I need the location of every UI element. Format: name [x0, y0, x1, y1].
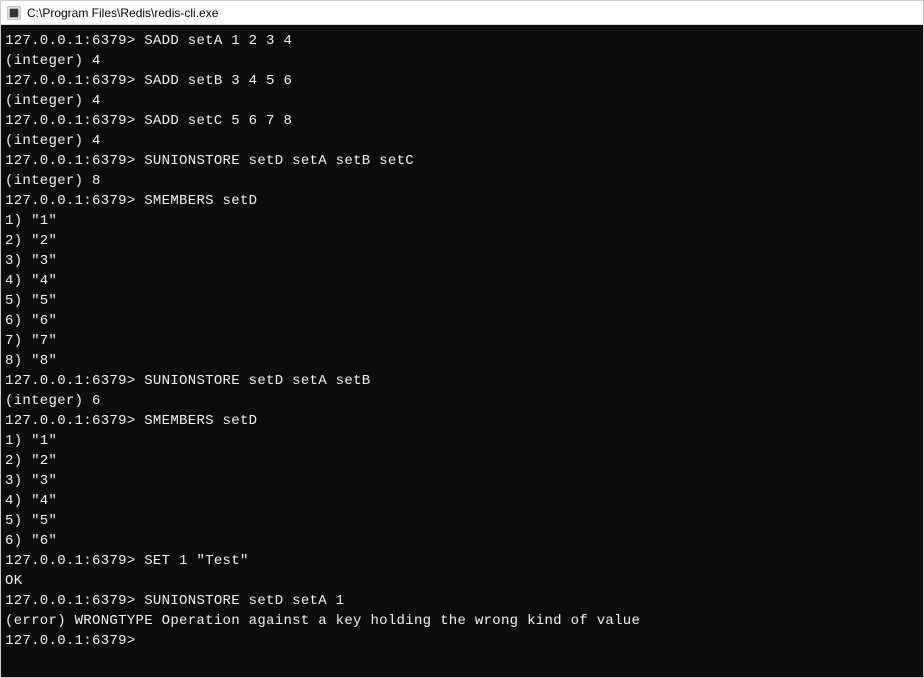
terminal-line: 127.0.0.1:6379> SMEMBERS setD [5, 191, 919, 211]
prompt: 127.0.0.1:6379> [5, 413, 136, 429]
terminal-line: 127.0.0.1:6379> SET 1 "Test" [5, 551, 919, 571]
command-text: SUNIONSTORE setD setA setB setC [136, 153, 414, 169]
command-text: SADD setA 1 2 3 4 [136, 33, 293, 49]
terminal-line: 127.0.0.1:6379> SADD setA 1 2 3 4 [5, 31, 919, 51]
output-text: 2) "2" [5, 233, 57, 249]
terminal-line: 3) "3" [5, 251, 919, 271]
output-text: (error) WRONGTYPE Operation against a ke… [5, 613, 640, 629]
terminal-line: 1) "1" [5, 431, 919, 451]
output-text: 5) "5" [5, 513, 57, 529]
output-text: (integer) 4 [5, 93, 101, 109]
output-text: 4) "4" [5, 493, 57, 509]
terminal-line: 127.0.0.1:6379> SUNIONSTORE setD setA 1 [5, 591, 919, 611]
terminal-line: (integer) 6 [5, 391, 919, 411]
terminal-line: 4) "4" [5, 491, 919, 511]
prompt: 127.0.0.1:6379> [5, 593, 136, 609]
command-text: SUNIONSTORE setD setA setB [136, 373, 371, 389]
output-text: 5) "5" [5, 293, 57, 309]
prompt: 127.0.0.1:6379> [5, 153, 136, 169]
terminal-line: OK [5, 571, 919, 591]
output-text: OK [5, 573, 22, 589]
window-title: C:\Program Files\Redis\redis-cli.exe [27, 6, 218, 20]
terminal-line: 127.0.0.1:6379> SADD setC 5 6 7 8 [5, 111, 919, 131]
output-text: 2) "2" [5, 453, 57, 469]
terminal-line: 127.0.0.1:6379> SUNIONSTORE setD setA se… [5, 151, 919, 171]
terminal-line: (integer) 4 [5, 51, 919, 71]
prompt: 127.0.0.1:6379> [5, 73, 136, 89]
terminal-line: 2) "2" [5, 231, 919, 251]
output-text: 6) "6" [5, 313, 57, 329]
terminal-line: (error) WRONGTYPE Operation against a ke… [5, 611, 919, 631]
output-text: 7) "7" [5, 333, 57, 349]
app-icon [7, 6, 21, 20]
prompt: 127.0.0.1:6379> [5, 373, 136, 389]
terminal-line: 7) "7" [5, 331, 919, 351]
command-text: SET 1 "Test" [136, 553, 249, 569]
prompt: 127.0.0.1:6379> [5, 553, 136, 569]
terminal-line: 5) "5" [5, 511, 919, 531]
prompt: 127.0.0.1:6379> [5, 33, 136, 49]
terminal-line: (integer) 4 [5, 91, 919, 111]
command-text: SMEMBERS setD [136, 413, 258, 429]
command-text: SUNIONSTORE setD setA 1 [136, 593, 345, 609]
output-text: 1) "1" [5, 213, 57, 229]
output-text: (integer) 6 [5, 393, 101, 409]
command-text: SADD setC 5 6 7 8 [136, 113, 293, 129]
app-window: C:\Program Files\Redis\redis-cli.exe 127… [0, 0, 924, 678]
terminal-line: 6) "6" [5, 311, 919, 331]
terminal-line: 3) "3" [5, 471, 919, 491]
prompt: 127.0.0.1:6379> [5, 633, 136, 649]
command-text: SMEMBERS setD [136, 193, 258, 209]
output-text: 1) "1" [5, 433, 57, 449]
terminal-area[interactable]: 127.0.0.1:6379> SADD setA 1 2 3 4 (intege… [1, 25, 923, 677]
terminal-line: 127.0.0.1:6379> SMEMBERS setD [5, 411, 919, 431]
terminal-line: 5) "5" [5, 291, 919, 311]
terminal-line: 127.0.0.1:6379> SADD setB 3 4 5 6 [5, 71, 919, 91]
output-text: 3) "3" [5, 473, 57, 489]
output-text: 4) "4" [5, 273, 57, 289]
terminal-line: 2) "2" [5, 451, 919, 471]
output-text: 6) "6" [5, 533, 57, 549]
terminal-line: 127.0.0.1:6379> [5, 631, 919, 651]
output-text: 3) "3" [5, 253, 57, 269]
terminal-line: 8) "8" [5, 351, 919, 371]
terminal-line: 6) "6" [5, 531, 919, 551]
output-text: (integer) 8 [5, 173, 101, 189]
terminal-line: (integer) 4 [5, 131, 919, 151]
prompt: 127.0.0.1:6379> [5, 193, 136, 209]
command-text: SADD setB 3 4 5 6 [136, 73, 293, 89]
terminal-line: 127.0.0.1:6379> SUNIONSTORE setD setA se… [5, 371, 919, 391]
output-text: (integer) 4 [5, 53, 101, 69]
output-text: (integer) 4 [5, 133, 101, 149]
output-text: 8) "8" [5, 353, 57, 369]
terminal-line: 4) "4" [5, 271, 919, 291]
terminal-line: 1) "1" [5, 211, 919, 231]
terminal-line: (integer) 8 [5, 171, 919, 191]
prompt: 127.0.0.1:6379> [5, 113, 136, 129]
titlebar[interactable]: C:\Program Files\Redis\redis-cli.exe [1, 1, 923, 25]
